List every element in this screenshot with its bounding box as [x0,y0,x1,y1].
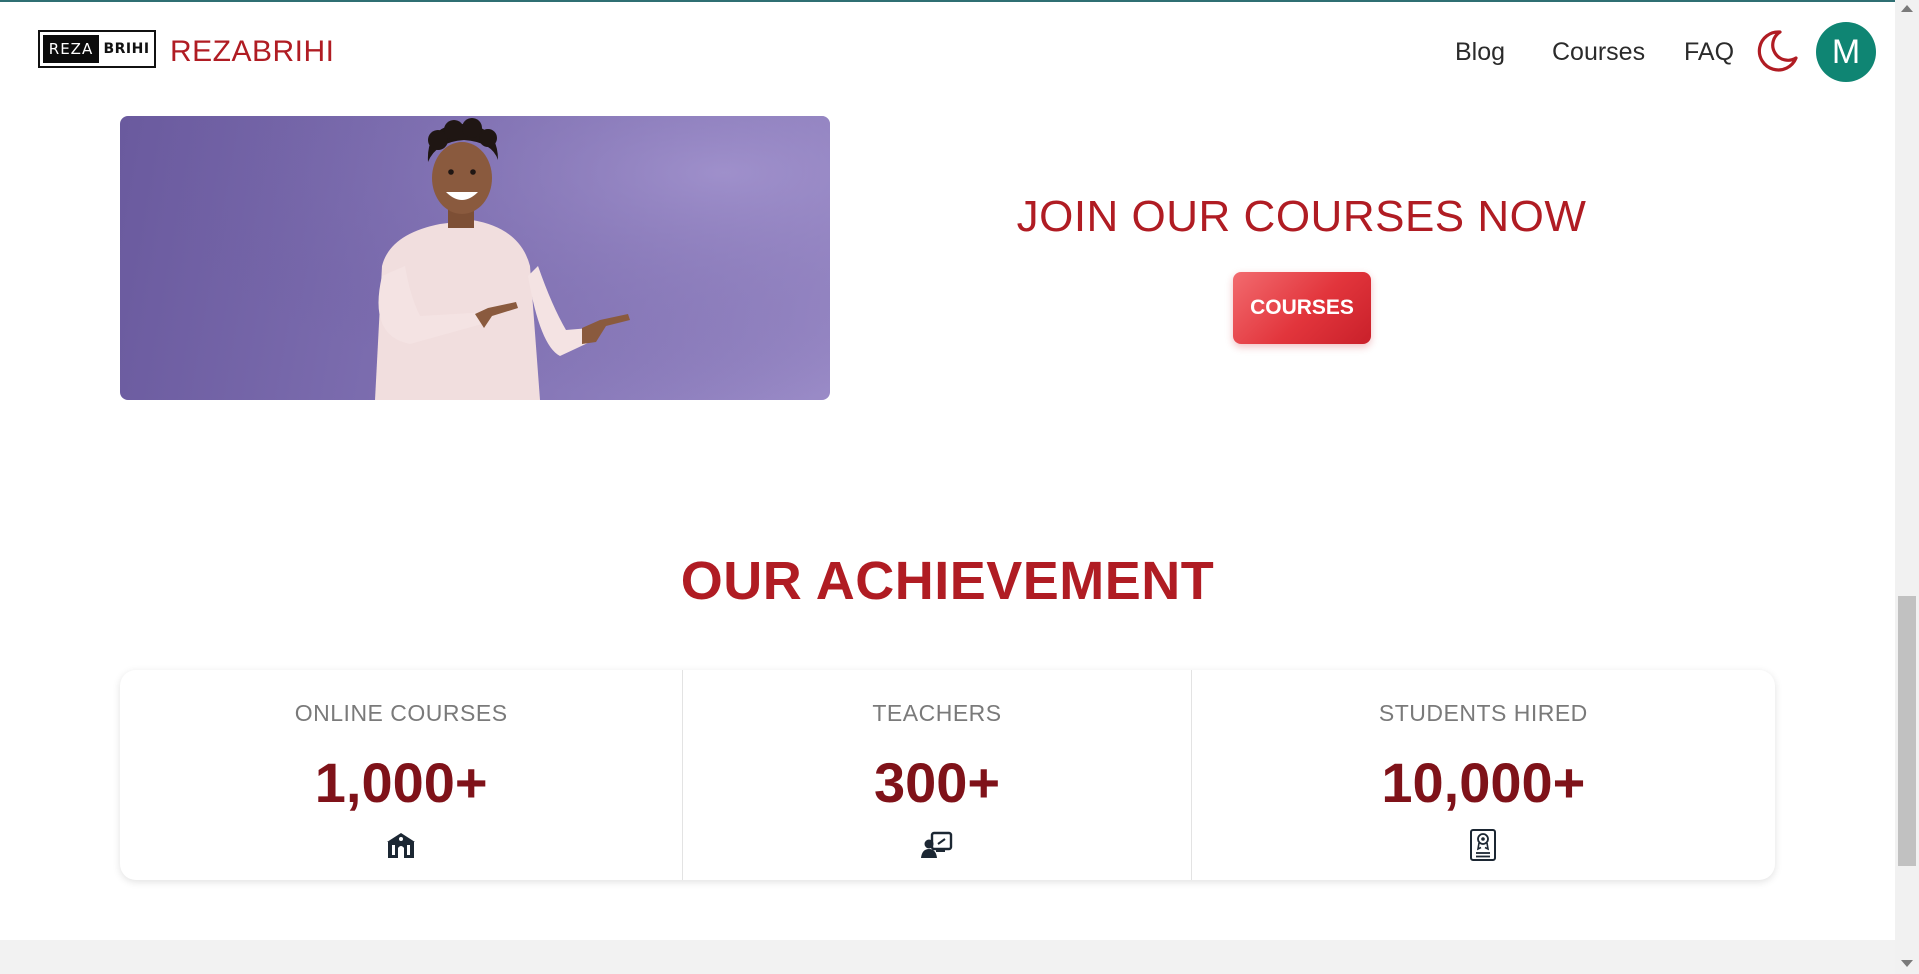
brand-name[interactable]: REZABRIHI [170,35,335,69]
stat-value: 300+ [873,751,1001,814]
logo-left-text: REZA [43,35,99,63]
certificate-icon [1466,828,1500,862]
logo-right-text: BRIHI [103,41,150,57]
stat-students-hired: STUDENTS HIRED 10,000+ [1190,670,1775,880]
moon-icon[interactable] [1752,28,1800,72]
stat-teachers: TEACHERS 300+ [682,670,1190,880]
stat-label: TEACHERS [872,700,1002,726]
avatar-initial: M [1831,32,1861,71]
stat-label: ONLINE COURSES [294,700,508,726]
school-icon [384,828,418,862]
nav-blog[interactable]: Blog [1455,38,1505,67]
stat-online-courses: ONLINE COURSES 1,000+ [120,670,682,880]
logo[interactable]: REZA BRIHI [38,30,156,68]
page: REZA BRIHI REZABRIHI Blog Courses FAQ M [0,0,1919,974]
footer-strip [0,940,1895,974]
stat-label: STUDENTS HIRED [1378,700,1588,726]
join-courses-heading: JOIN OUR COURSES NOW [1016,192,1587,241]
nav-faq[interactable]: FAQ [1684,38,1734,67]
scrollbar-thumb[interactable] [1898,596,1916,866]
person-pointing-image [120,116,830,400]
nav-courses[interactable]: Courses [1552,38,1645,67]
scroll-down-arrow-icon[interactable] [1901,960,1913,967]
teacher-board-icon [920,828,954,862]
scroll-up-arrow-icon[interactable] [1901,5,1913,12]
stat-value: 1,000+ [314,751,488,814]
achievement-heading: OUR ACHIEVEMENT [680,551,1215,611]
stat-value: 10,000+ [1381,751,1586,814]
avatar[interactable]: M [1816,22,1876,82]
achievement-card: ONLINE COURSES 1,000+ TEACHERS 300+ STUD… [120,670,1775,880]
vertical-scrollbar[interactable] [1895,0,1919,974]
site-header: REZA BRIHI REZABRIHI Blog Courses FAQ M [0,2,1895,100]
courses-button[interactable]: COURSES [1233,272,1371,344]
